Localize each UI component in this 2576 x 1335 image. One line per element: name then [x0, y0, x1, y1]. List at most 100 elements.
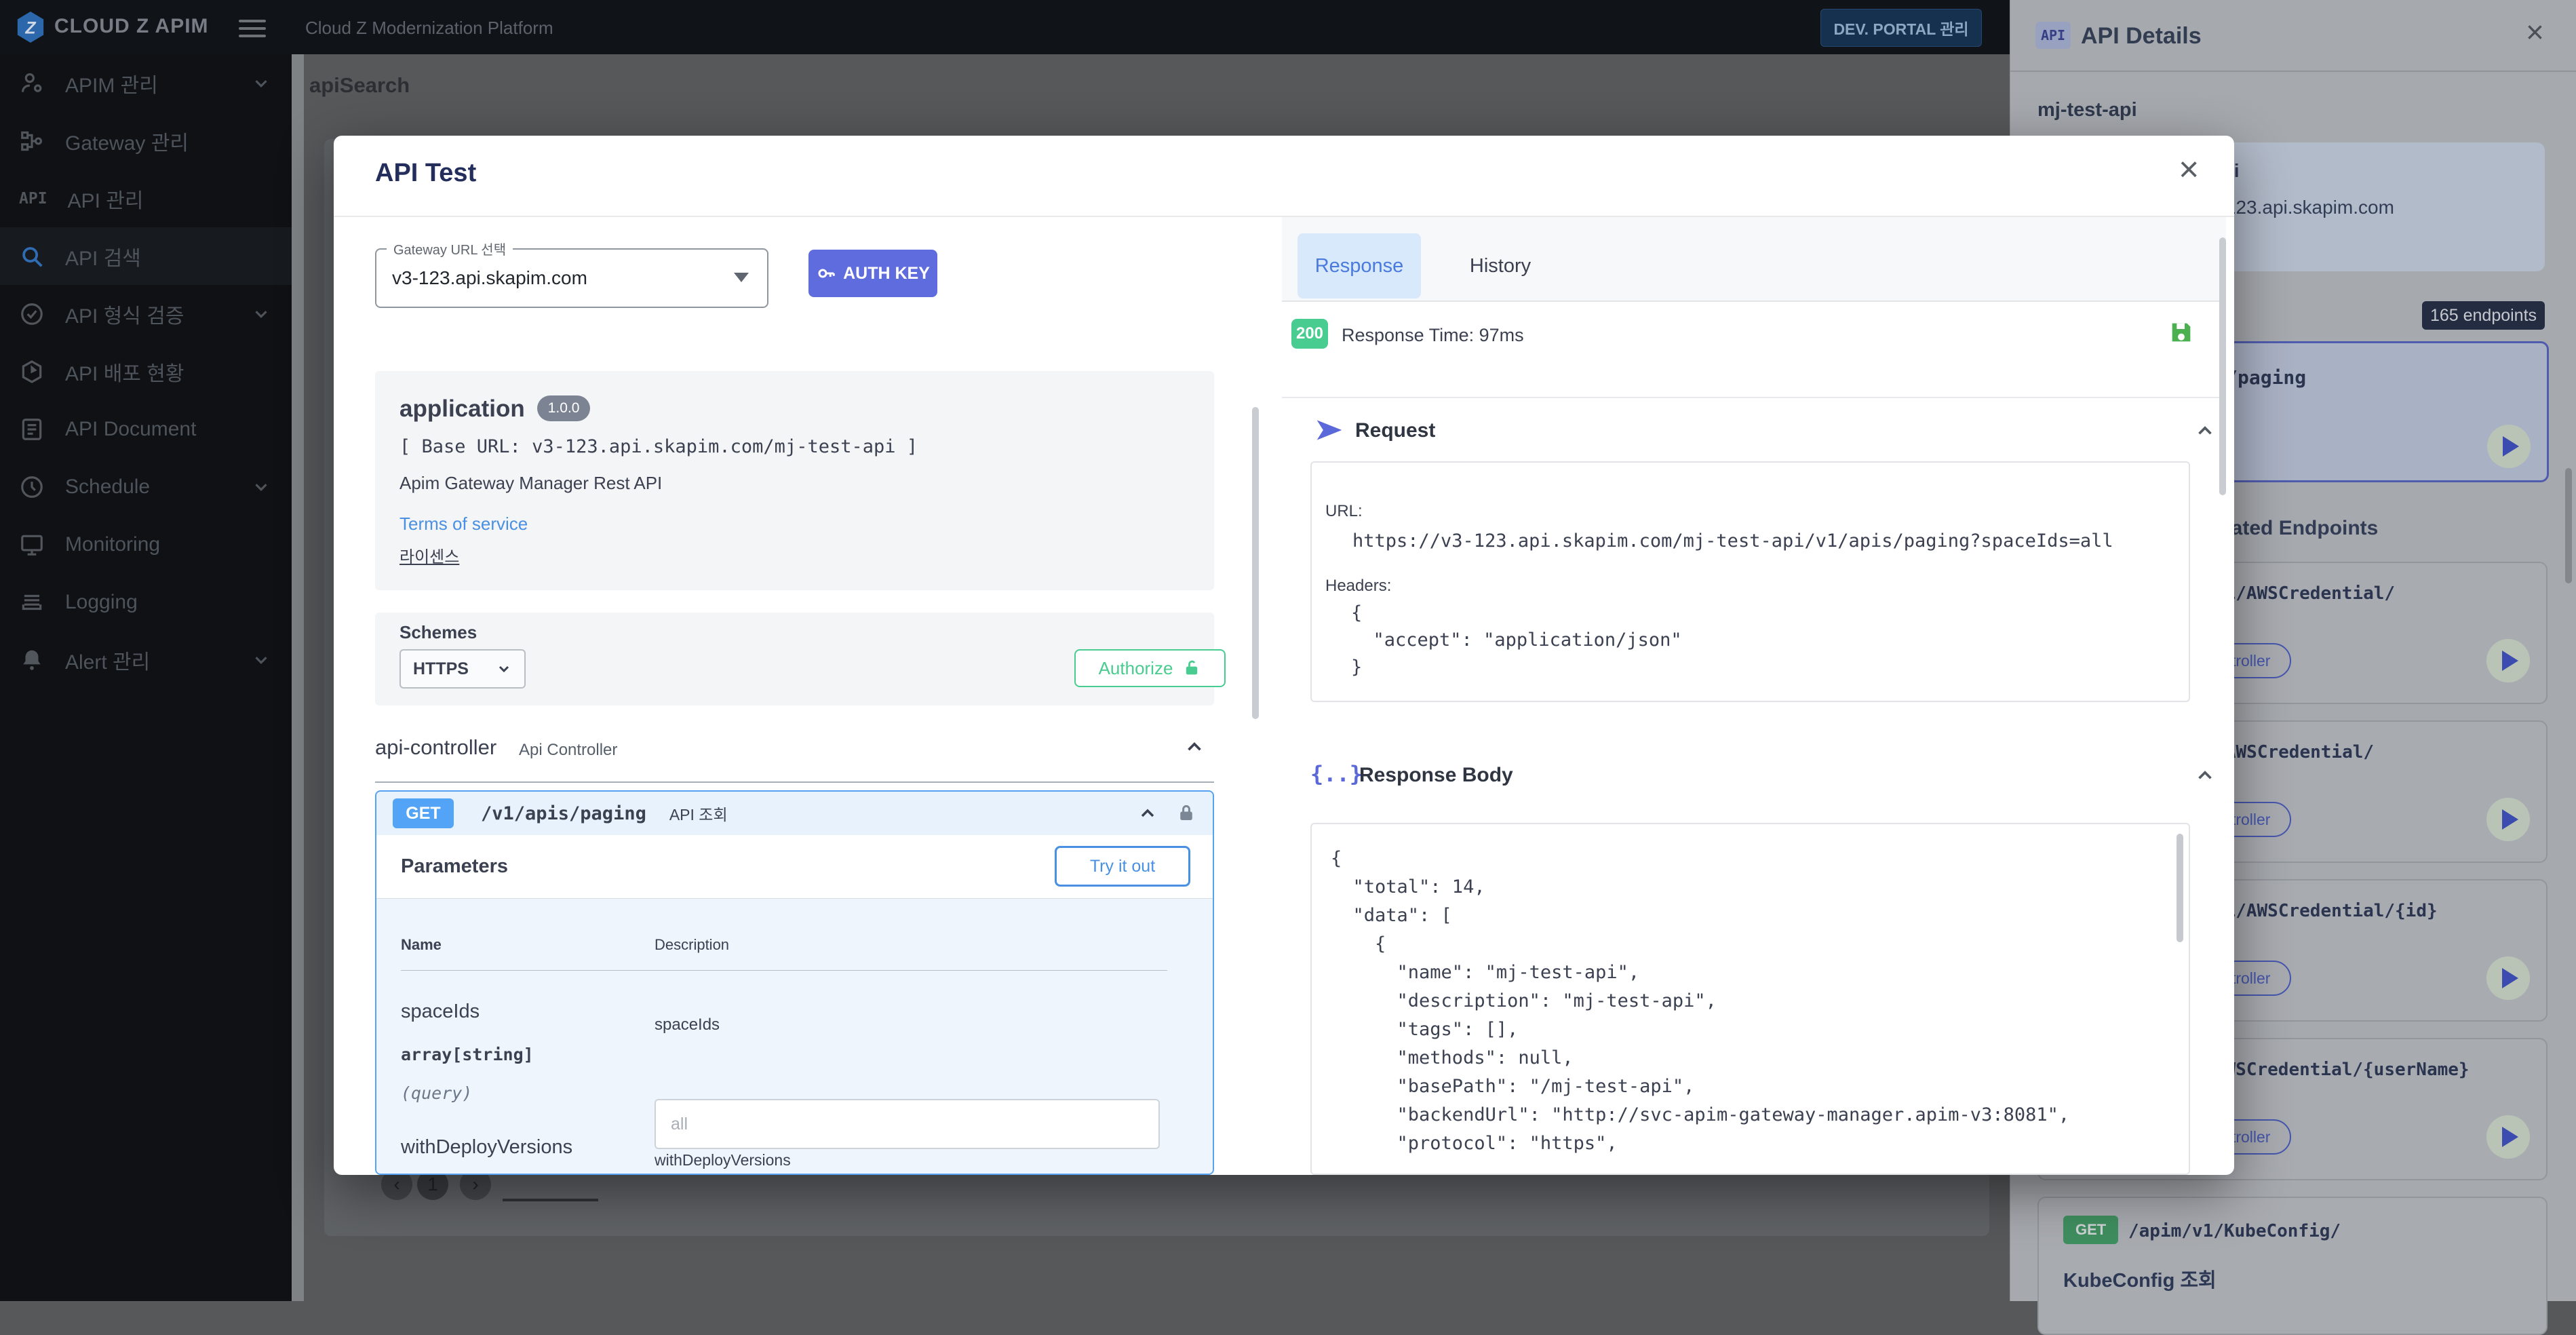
status-divider [1282, 397, 2226, 398]
param-description: spaceIds [655, 1015, 720, 1034]
sidebar-item-api-deploy-status[interactable]: API 배포 현황 [0, 343, 292, 400]
panel-close-icon[interactable]: × [2526, 14, 2544, 50]
chevron-up-icon[interactable] [1137, 802, 1158, 824]
cloudz-logo-icon: Z [15, 9, 46, 45]
page-title: apiSearch [309, 73, 410, 98]
endpoints-count-badge: 165 endpoints [2422, 301, 2545, 330]
json-line: "protocol": "https", [1331, 1133, 1618, 1154]
request-send-icon [1314, 415, 1344, 445]
json-line: "methods": null, [1331, 1047, 1574, 1068]
controller-name[interactable]: api-controller [375, 735, 496, 760]
sidebar-item-label: Monitoring [65, 533, 160, 556]
sidebar-item-api-document[interactable]: API Document [0, 400, 292, 458]
base-url: [ Base URL: v3-123.api.skapim.com/mj-tes… [399, 436, 918, 457]
sidebar-item-label: API 배포 현황 [65, 357, 184, 387]
param-type: array[string] [401, 1045, 534, 1064]
modal-title: API Test [375, 159, 476, 188]
table-divider [401, 970, 1167, 971]
auth-key-label: AUTH KEY [843, 264, 930, 284]
parameters-title: Parameters [401, 855, 508, 878]
schemes-select[interactable]: HTTPS [399, 649, 526, 689]
json-line: { [1331, 933, 1386, 954]
response-body-title: Response Body [1359, 764, 1513, 787]
request-box: URL: https://v3-123.api.skapim.com/mj-te… [1310, 461, 2190, 702]
app-title: CLOUD Z APIM [54, 15, 209, 38]
left-column-scrollbar[interactable] [1252, 407, 1259, 719]
response-scrollbar[interactable] [2177, 834, 2183, 942]
sidebar-item-apim-mgmt[interactable]: APIM 관리 [0, 54, 292, 112]
endpoint-summary: KubeConfig 조회 [2063, 1264, 2217, 1293]
chevron-down-icon [251, 477, 271, 497]
gateway-url-label: Gateway URL 선택 [387, 239, 513, 258]
lock-icon[interactable] [1176, 802, 1196, 824]
test-endpoint-button[interactable] [2486, 798, 2530, 841]
chevron-down-icon [251, 650, 271, 670]
logs-icon [19, 589, 45, 615]
schemes-label: Schemes [399, 622, 477, 643]
page-size-select[interactable] [503, 1199, 598, 1201]
version-badge: 1.0.0 [537, 395, 591, 421]
authorize-label: Authorize [1099, 658, 1173, 679]
sidebar-scrollbar[interactable] [292, 54, 304, 1301]
chevron-up-icon[interactable] [2193, 764, 2217, 787]
license-link[interactable]: 라이센스 [399, 543, 459, 567]
right-column-scrollbar[interactable] [2219, 237, 2226, 495]
json-line: "total": 14, [1331, 876, 1485, 897]
response-body-box[interactable]: { "total": 14, "data": [ { "name": "mj-t… [1310, 823, 2190, 1175]
param-in: (query) [401, 1083, 472, 1103]
api-chip-icon: API [2035, 22, 2071, 49]
play-icon [2502, 1127, 2518, 1147]
operation-summary: API 조회 [669, 802, 728, 825]
panel-scrollbar[interactable] [2565, 468, 2572, 583]
test-endpoint-button[interactable] [2486, 956, 2530, 1000]
response-time: Response Time: 97ms [1342, 325, 1524, 346]
operation-header[interactable]: GET /v1/apis/paging API 조회 [376, 792, 1213, 835]
json-line: "backendUrl": "http://svc-apim-gateway-m… [1331, 1104, 2069, 1125]
menu-toggle-icon[interactable] [239, 15, 266, 42]
sidebar-item-label: Gateway 관리 [65, 126, 189, 156]
sidebar-item-alert-mgmt[interactable]: Alert 관리 [0, 631, 292, 689]
chevron-up-icon[interactable] [2193, 419, 2217, 442]
auth-key-button[interactable]: AUTH KEY [808, 250, 937, 297]
endpoint-path: /apim/v1/KubeConfig/ [2128, 1221, 2341, 1241]
authorize-button[interactable]: Authorize [1074, 649, 1226, 687]
panel-header: API API Details × [2010, 0, 2576, 72]
sidebar-item-api-search[interactable]: API 검색 [0, 227, 292, 285]
request-url: https://v3-123.api.skapim.com/mj-test-ap… [1352, 530, 2113, 552]
sidebar-item-schedule[interactable]: Schedule [0, 458, 292, 516]
json-line: "description": "mj-test-api", [1331, 990, 1717, 1011]
sidebar-item-monitoring[interactable]: Monitoring [0, 516, 292, 573]
sidebar-item-api-mgmt[interactable]: API API 관리 [0, 170, 292, 227]
related-endpoint-card[interactable]: GET /apim/v1/KubeConfig/ KubeConfig 조회 [2037, 1197, 2548, 1335]
get-method-badge: GET [393, 798, 454, 828]
panel-api-name: mj-test-api [2037, 99, 2137, 121]
test-endpoint-button[interactable] [2486, 639, 2530, 682]
modal-close-icon[interactable]: × [2179, 149, 2199, 190]
tab-history[interactable]: History [1453, 233, 1548, 298]
gateway-url-value: v3-123.api.skapim.com [392, 267, 587, 289]
terms-of-service-link[interactable]: Terms of service [399, 514, 528, 535]
save-icon[interactable] [2168, 317, 2195, 347]
panel-title: API Details [2081, 23, 2202, 50]
sidebar-item-label: API Document [65, 418, 196, 441]
json-line: "name": "mj-test-api", [1331, 962, 1639, 983]
headers-line: "accept": "application/json" [1351, 630, 1682, 651]
svg-text:Z: Z [24, 19, 36, 38]
json-line: "data": [ [1331, 905, 1452, 926]
sidebar-item-api-validation[interactable]: API 형식 검증 [0, 285, 292, 343]
test-endpoint-button[interactable] [2487, 425, 2531, 468]
bell-icon [19, 647, 45, 673]
section-divider [375, 781, 1214, 783]
chevron-up-icon[interactable] [1183, 735, 1206, 758]
tabs-bar [1282, 217, 2226, 301]
url-label: URL: [1325, 502, 1363, 521]
dev-portal-button[interactable]: DEV. PORTAL 관리 [1820, 9, 1982, 47]
key-icon [816, 263, 836, 284]
check-circle-icon [19, 301, 45, 327]
sidebar-item-gateway-mgmt[interactable]: Gateway 관리 [0, 112, 292, 170]
try-it-out-button[interactable]: Try it out [1055, 846, 1190, 887]
param-value-input[interactable]: all [655, 1099, 1160, 1149]
sidebar-item-logging[interactable]: Logging [0, 573, 292, 631]
test-endpoint-button[interactable] [2486, 1115, 2530, 1159]
tab-response[interactable]: Response [1297, 233, 1421, 298]
